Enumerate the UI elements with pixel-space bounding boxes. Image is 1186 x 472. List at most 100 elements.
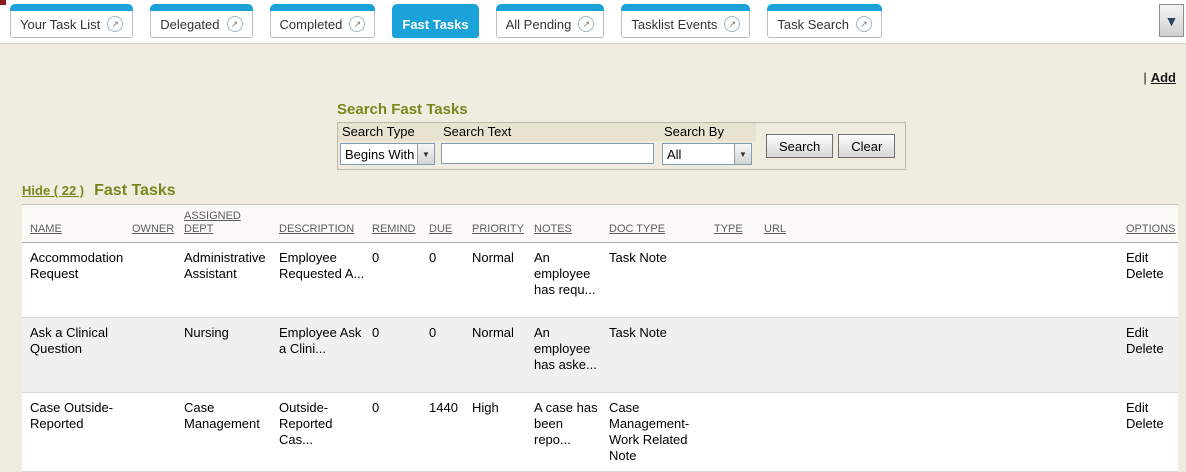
column-header-notes[interactable]: NOTES (534, 205, 609, 243)
cell-doc-type: Task Note (609, 243, 714, 318)
tab-task-search[interactable]: Task Search ↗ (767, 4, 882, 38)
column-header-options[interactable]: OPTIONS (1126, 205, 1178, 243)
column-header-description[interactable]: DESCRIPTION (279, 205, 372, 243)
search-panel-title: Search Fast Tasks (337, 101, 906, 118)
cell-assigned-dept: Nursing (184, 318, 279, 393)
cell-priority: High (472, 393, 534, 472)
cell-notes: A case has been repo... (534, 393, 609, 472)
search-panel: Search Fast Tasks Search Type Begins Wit… (337, 101, 906, 170)
tearoff-icon[interactable]: ↗ (724, 16, 740, 32)
delete-link[interactable]: Delete (1126, 341, 1172, 357)
tearoff-icon[interactable]: ↗ (227, 16, 243, 32)
tab-all-pending[interactable]: All Pending ↗ (496, 4, 605, 38)
column-header-name[interactable]: NAME (22, 205, 132, 243)
cell-doc-type: Case Management-Work Related Note (609, 393, 714, 472)
tab-label: Your Task List (20, 17, 100, 32)
delete-link[interactable]: Delete (1126, 416, 1172, 432)
search-type-select[interactable]: Begins With ▼ (340, 143, 435, 165)
cell-owner (132, 318, 184, 393)
tab-label: Task Search (777, 17, 849, 32)
tab-label: Delegated (160, 17, 219, 32)
tasklist-page: Your Task List ↗ Delegated ↗ Completed ↗ (0, 0, 1186, 470)
tabs: Your Task List ↗ Delegated ↗ Completed ↗ (10, 4, 882, 38)
table-row: Accommodation Request Administrative Ass… (22, 243, 1178, 318)
table-row: Case Outside-Reported Case Management Ou… (22, 393, 1178, 472)
cell-notes: An employee has requ... (534, 243, 609, 318)
tab-label: All Pending (506, 17, 572, 32)
clear-button[interactable]: Clear (838, 134, 895, 158)
column-header-priority[interactable]: PRIORITY (472, 205, 534, 243)
chevron-down-icon: ▼ (417, 144, 434, 164)
chevron-down-icon: ▼ (734, 144, 751, 164)
tab-tasklist-events[interactable]: Tasklist Events ↗ (621, 4, 750, 38)
tab-accent-strip (10, 4, 133, 11)
cell-due: 0 (429, 318, 472, 393)
cell-owner (132, 393, 184, 472)
tab-delegated[interactable]: Delegated ↗ (150, 4, 252, 38)
cell-assigned-dept: Administrative Assistant (184, 243, 279, 318)
cell-doc-type: Task Note (609, 318, 714, 393)
tearoff-icon[interactable]: ↗ (856, 16, 872, 32)
cell-name: Accommodation Request (22, 243, 132, 318)
tab-label: Completed (280, 17, 343, 32)
search-form: Search Type Begins With ▼ Search Text (337, 122, 906, 170)
tab-accent-strip (150, 4, 252, 11)
column-header-assigned-dept[interactable]: ASSIGNED DEPT (184, 205, 279, 243)
cell-type (714, 393, 764, 472)
cell-remind: 0 (372, 318, 429, 393)
cell-url (764, 243, 1126, 318)
cell-description: Outside-Reported Cas... (279, 393, 372, 472)
search-by-label: Search By (660, 123, 756, 141)
edit-link[interactable]: Edit (1126, 400, 1172, 416)
hide-link[interactable]: Hide ( 22 ) (22, 183, 84, 198)
cell-options: Edit Delete (1126, 393, 1178, 472)
tab-your-task-list[interactable]: Your Task List ↗ (10, 4, 133, 38)
tab-completed[interactable]: Completed ↗ (270, 4, 376, 38)
tearoff-icon[interactable]: ↗ (107, 16, 123, 32)
column-header-due[interactable]: DUE (429, 205, 472, 243)
search-type-value: Begins With (345, 147, 414, 162)
column-header-doc-type[interactable]: DOC TYPE (609, 205, 714, 243)
corner-accent (0, 0, 6, 5)
toolbar-links: |Add (1143, 70, 1176, 85)
cell-type (714, 318, 764, 393)
cell-remind: 0 (372, 393, 429, 472)
column-header-url[interactable]: URL (764, 205, 1126, 243)
search-by-select[interactable]: All ▼ (662, 143, 752, 165)
tab-fast-tasks[interactable]: Fast Tasks (392, 4, 478, 38)
column-header-type[interactable]: TYPE (714, 205, 764, 243)
edit-link[interactable]: Edit (1126, 250, 1172, 266)
tab-accent-strip (621, 4, 750, 11)
tab-bar: Your Task List ↗ Delegated ↗ Completed ↗ (0, 0, 1186, 44)
search-by-value: All (667, 147, 681, 162)
search-text-input[interactable] (441, 143, 654, 164)
tearoff-icon[interactable]: ↗ (349, 16, 365, 32)
search-text-label: Search Text (439, 123, 660, 141)
chevron-down-icon: ▼ (1165, 13, 1179, 29)
cell-due: 1440 (429, 393, 472, 472)
search-button[interactable]: Search (766, 134, 833, 158)
cell-name: Ask a Clinical Question (22, 318, 132, 393)
tearoff-icon[interactable]: ↗ (578, 16, 594, 32)
cell-options: Edit Delete (1126, 243, 1178, 318)
tab-accent-strip (270, 4, 376, 11)
tab-label: Fast Tasks (402, 17, 468, 32)
list-heading: Hide ( 22 ) Fast Tasks (22, 182, 176, 200)
column-header-remind[interactable]: REMIND (372, 205, 429, 243)
column-header-owner[interactable]: OWNER (132, 205, 184, 243)
tab-accent-strip (496, 4, 605, 11)
cell-url (764, 318, 1126, 393)
cell-notes: An employee has aske... (534, 318, 609, 393)
delete-link[interactable]: Delete (1126, 266, 1172, 282)
cell-options: Edit Delete (1126, 318, 1178, 393)
fast-tasks-table: NAME OWNER ASSIGNED DEPT DESCRIPTION REM… (22, 204, 1178, 472)
tab-accent-strip (767, 4, 882, 11)
cell-name: Case Outside-Reported (22, 393, 132, 472)
tab-overflow-button[interactable]: ▼ (1159, 4, 1184, 37)
cell-description: Employee Requested A... (279, 243, 372, 318)
add-link[interactable]: Add (1151, 70, 1176, 85)
tab-accent-strip (392, 4, 478, 11)
cell-priority: Normal (472, 243, 534, 318)
tab-label: Tasklist Events (631, 17, 717, 32)
edit-link[interactable]: Edit (1126, 325, 1172, 341)
